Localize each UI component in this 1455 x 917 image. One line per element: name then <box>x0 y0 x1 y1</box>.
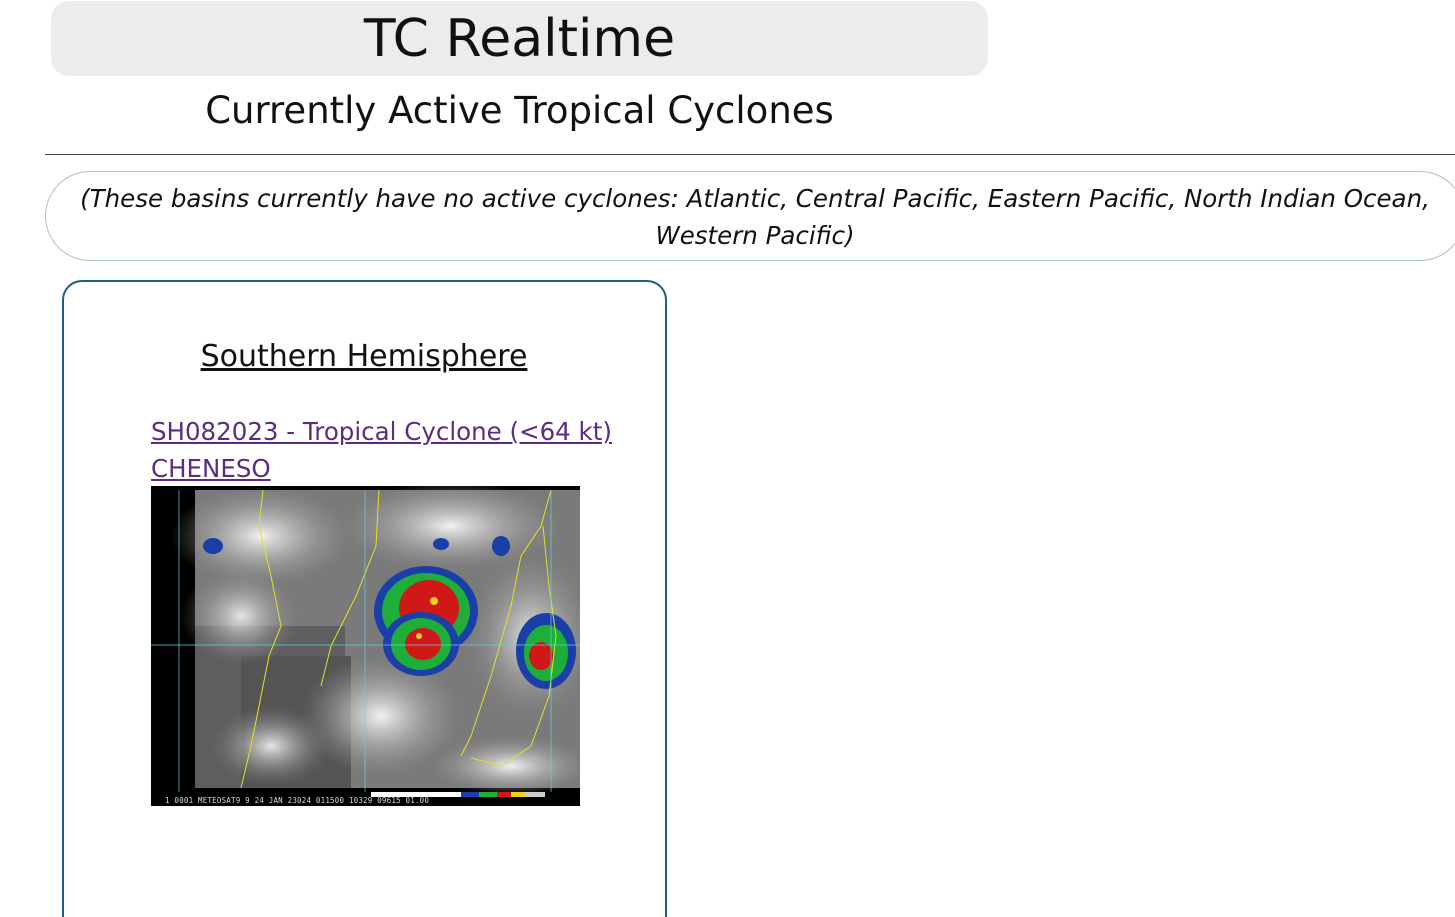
divider <box>45 154 1455 155</box>
inactive-basins-notice: (These basins currently have no active c… <box>45 171 1455 261</box>
satellite-image[interactable]: 1 0001 METEOSAT9 9 24 JAN 23024 011500 1… <box>151 486 580 806</box>
image-caption: 1 0001 METEOSAT9 9 24 JAN 23024 011500 1… <box>165 796 430 805</box>
page: TC Realtime Currently Active Tropical Cy… <box>0 0 1455 917</box>
satellite-image-graphic <box>151 486 580 806</box>
page-title: TC Realtime <box>363 9 676 69</box>
storm-link-line2[interactable]: CHENESO <box>151 450 651 487</box>
storm-link[interactable]: SH082023 - Tropical Cyclone (<64 kt) CHE… <box>151 413 651 487</box>
page-subtitle: Currently Active Tropical Cyclones <box>205 89 834 132</box>
basin-card-southern-hemisphere: Southern Hemisphere SH082023 - Tropical … <box>62 280 667 917</box>
storm-link-line1[interactable]: SH082023 - Tropical Cyclone (<64 kt) <box>151 413 651 450</box>
title-banner: TC Realtime <box>51 1 988 76</box>
basin-heading: Southern Hemisphere <box>200 339 528 374</box>
